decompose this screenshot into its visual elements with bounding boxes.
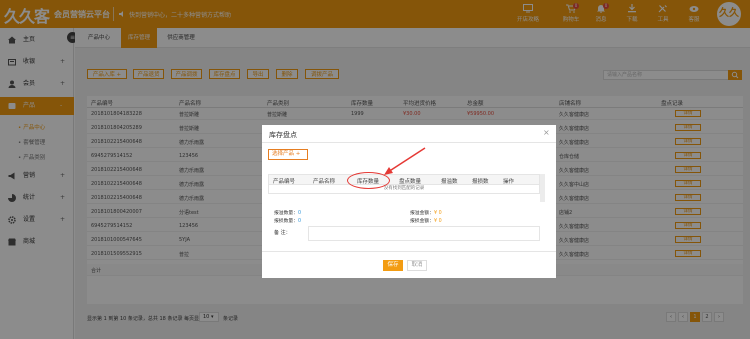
loss-qty: 报损数量：0 [274,217,301,224]
col-operation: 操作 [503,179,515,185]
col-count-qty: 盘点数量 [399,179,422,185]
close-icon[interactable]: × [543,128,550,137]
choose-product-button[interactable]: 选择产品 + [268,149,308,160]
overflow-amount: 报溢金额：¥ 0 [410,209,442,216]
overflow-qty-label: 报溢数量： [274,211,298,216]
loss-amount-value: ¥ 0 [434,219,442,224]
overflow-amount-value: ¥ 0 [434,211,442,216]
remark-input[interactable] [308,226,540,241]
dialog-title: 库存盘点 [269,131,297,139]
arrow-icon [384,147,426,175]
cancel-button[interactable]: 取消 [407,260,427,271]
dialog-scrollbar[interactable] [540,174,545,202]
col-product-code: 产品编号 [273,179,296,185]
dialog-divider [262,142,556,143]
col-overflow: 报溢数 [441,179,458,185]
loss-amount: 报损金额：¥ 0 [410,217,442,224]
overflow-qty: 报溢数量：0 [274,209,301,216]
dialog-empty-message: 没有找到匹配的记录 [268,185,540,194]
save-button[interactable]: 保存 [383,260,403,271]
col-product-name: 产品名称 [313,179,336,185]
loss-qty-label: 报损数量： [274,219,298,224]
overflow-amount-label: 报溢金额： [410,211,434,216]
loss-amount-label: 报损金额： [410,219,434,224]
col-loss: 报损数 [472,179,489,185]
remark-label: 备 注： [274,230,291,236]
dialog-footer-divider [262,251,556,252]
overflow-qty-value: 0 [298,211,302,216]
loss-qty-value: 0 [298,219,302,224]
